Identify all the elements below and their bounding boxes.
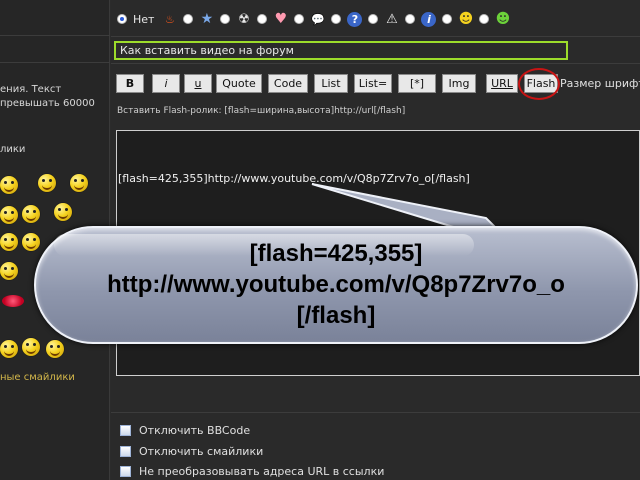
italic-button[interactable]: i (152, 74, 180, 93)
no-url-parse-label: Не преобразовывать адреса URL в ссылки (139, 464, 385, 478)
no-url-parse-checkbox[interactable] (120, 465, 131, 477)
info-icon[interactable]: i (421, 11, 437, 27)
more-smilies-link[interactable]: ные смайлики (0, 372, 75, 383)
warning-icon[interactable]: ⚠ (384, 12, 399, 27)
code-button[interactable]: Code (268, 74, 308, 93)
subject-input[interactable] (114, 41, 568, 60)
kiss-icon[interactable] (2, 295, 24, 307)
list-button[interactable]: List (314, 74, 348, 93)
message-body-hint-line1: ения. Текст (0, 84, 62, 95)
option-no-url-parse[interactable]: Не преобразовывать адреса URL в ссылки (120, 464, 384, 478)
callout-line-1: [flash=425,355] (249, 240, 423, 267)
post-icon-row: Нет ♨ ★ ☢ ♥ 💬 ? ⚠ i ☻ ☻ (117, 9, 510, 29)
speech-bubble-icon[interactable]: 💬 (310, 12, 325, 27)
callout-line-2: http://www.youtube.com/v/Q8p7Zrv7o_o (107, 271, 565, 298)
disable-bbcode-label: Отключить BBCode (139, 423, 251, 437)
post-icon-radio[interactable] (257, 14, 268, 24)
smiley-icon[interactable] (54, 203, 72, 221)
smilies-heading: лики (0, 144, 26, 155)
row-divider (111, 412, 640, 413)
fire-icon[interactable]: ♨ (162, 12, 177, 27)
disable-smilies-label: Отключить смайлики (139, 444, 264, 458)
row-divider (111, 36, 640, 37)
smiley-icon[interactable] (22, 338, 40, 356)
list-item-button[interactable]: [*] (398, 74, 436, 93)
left-band-subject (0, 36, 110, 63)
post-icon-radio[interactable] (479, 14, 490, 24)
quote-button[interactable]: Quote (216, 74, 262, 93)
smiley-icon[interactable] (0, 233, 18, 251)
heart-icon[interactable]: ♥ (273, 12, 288, 27)
smiley-icon[interactable] (70, 174, 88, 192)
post-icon-none-radio[interactable] (117, 14, 127, 24)
left-band-top (0, 0, 110, 36)
underline-button[interactable]: u (184, 74, 212, 93)
star-icon[interactable]: ★ (199, 12, 214, 27)
smiley-icon[interactable] (46, 340, 64, 358)
post-icon-radio[interactable] (442, 14, 453, 24)
smiley-icon[interactable] (0, 262, 18, 280)
smiley-icon[interactable] (0, 340, 18, 358)
numbered-list-button[interactable]: List= (354, 74, 392, 93)
post-icon-radio[interactable] (183, 14, 194, 24)
bold-button[interactable]: B (116, 74, 144, 93)
post-icon-radio[interactable] (331, 14, 342, 24)
option-disable-bbcode[interactable]: Отключить BBCode (120, 423, 250, 437)
callout-line-3: [/flash] (296, 302, 376, 329)
message-content: [flash=425,355]http://www.youtube.com/v/… (118, 172, 470, 185)
message-body-hint-line2: превышать 60000 (0, 98, 95, 109)
question-icon[interactable]: ? (347, 11, 363, 27)
radioactive-icon[interactable]: ☢ (236, 12, 251, 27)
post-icon-radio[interactable] (294, 14, 305, 24)
post-icon-radio[interactable] (405, 14, 416, 24)
post-icon-radio[interactable] (220, 14, 231, 24)
bbcode-helpline: Вставить Flash-ролик: [flash=ширина,высо… (117, 106, 406, 116)
disable-bbcode-checkbox[interactable] (120, 424, 131, 436)
post-icon-radio[interactable] (368, 14, 379, 24)
grin-smiley-icon[interactable]: ☻ (495, 12, 511, 27)
flash-highlight-circle (518, 68, 560, 100)
font-size-label: Размер шрифта (560, 77, 640, 90)
smiley-icon[interactable] (22, 205, 40, 223)
option-disable-smilies[interactable]: Отключить смайлики (120, 444, 263, 458)
smiley-icon[interactable] (0, 176, 18, 194)
url-button[interactable]: URL (486, 74, 518, 93)
lightbulb-smiley-icon[interactable]: ☻ (458, 12, 474, 27)
post-icon-none-label: Нет (133, 12, 155, 26)
smiley-icon[interactable] (0, 206, 18, 224)
img-button[interactable]: Img (442, 74, 476, 93)
disable-smilies-checkbox[interactable] (120, 445, 131, 457)
smiley-icon[interactable] (38, 174, 56, 192)
row-divider (111, 63, 640, 64)
callout-text: [flash=425,355] http://www.youtube.com/v… (34, 238, 638, 331)
